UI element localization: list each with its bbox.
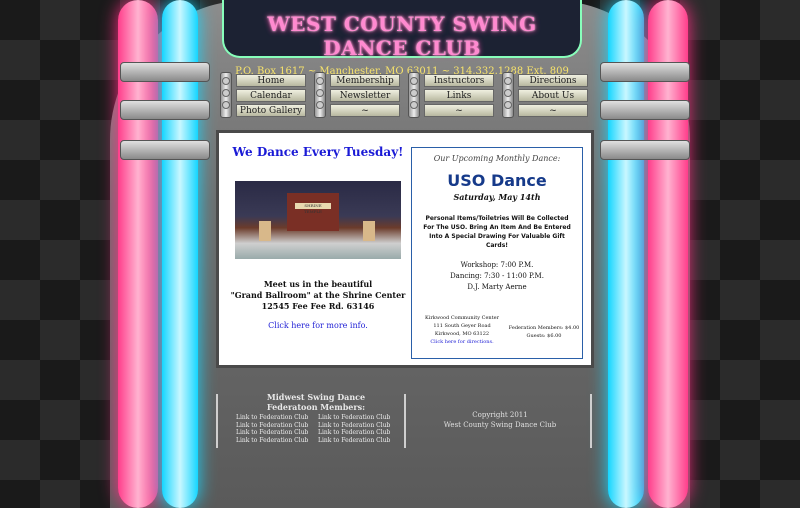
- chrome-clamp: [120, 62, 210, 82]
- event-prices: Federation Members: $4.00 Guests: $6.00: [508, 324, 580, 340]
- nav-placeholder: ~: [424, 104, 494, 117]
- nav-photo-gallery[interactable]: Photo Gallery: [236, 104, 306, 117]
- meet-line-1: Meet us in the beautiful: [263, 279, 373, 289]
- building-sign: SHRINE TEMPLE: [295, 203, 331, 214]
- chrome-clamp: [600, 140, 690, 160]
- venue-description: Meet us in the beautiful "Grand Ballroom…: [225, 279, 411, 312]
- copyright-line-2: West County Swing Dance Club: [443, 421, 557, 429]
- site-footer: Midwest Swing Dance Federatoon Members: …: [216, 392, 594, 450]
- dancing-time: Dancing: 7:30 - 11:00 P.M.: [450, 272, 544, 280]
- nav-placeholder: ~: [518, 104, 588, 117]
- venue-name: Kirkwood Community Center: [425, 315, 499, 321]
- chrome-clamp: [600, 62, 690, 82]
- knob-icon: [220, 72, 232, 118]
- nav-about-us[interactable]: About Us: [518, 89, 588, 102]
- price-members: Federation Members: $4.00: [508, 325, 580, 331]
- statue-left: [259, 221, 271, 241]
- nav-placeholder: ~: [330, 104, 400, 117]
- nav-group-2: Membership Newsletter ~: [314, 72, 404, 120]
- weekly-tagline: We Dance Every Tuesday!: [232, 145, 404, 159]
- chrome-clamp: [600, 100, 690, 120]
- main-nav: Home Calendar Photo Gallery Membership N…: [220, 72, 592, 120]
- federation-link[interactable]: Link to Federation Club: [236, 422, 308, 430]
- monthly-dance-section: Our Upcoming Monthly Dance: USO Dance Sa…: [411, 147, 583, 359]
- workshop-time: Workshop: 7:00 P.M.: [460, 261, 534, 269]
- knob-icon: [408, 72, 420, 118]
- event-date: Saturday, May 14th: [453, 192, 541, 202]
- chrome-clamp: [120, 140, 210, 160]
- statue-right: [363, 221, 375, 241]
- more-info-link[interactable]: Click here for more info.: [225, 321, 411, 330]
- upcoming-label: Our Upcoming Monthly Dance:: [433, 154, 561, 163]
- dj-name: D.J. Marty Aerne: [467, 283, 527, 291]
- nav-home[interactable]: Home: [236, 74, 306, 87]
- price-guests: Guests: $6.00: [526, 333, 562, 339]
- nav-calendar[interactable]: Calendar: [236, 89, 306, 102]
- footer-divider: [216, 394, 218, 448]
- nav-directions[interactable]: Directions: [518, 74, 588, 87]
- shrine-center-photo: SHRINE TEMPLE: [235, 181, 401, 259]
- nav-links[interactable]: Links: [424, 89, 494, 102]
- nav-instructors[interactable]: Instructors: [424, 74, 494, 87]
- copyright-line-1: Copyright 2011: [472, 411, 528, 419]
- site-header: WEST COUNTY SWING DANCE CLUB P.O. Box 16…: [222, 0, 582, 77]
- nav-membership[interactable]: Membership: [330, 74, 400, 87]
- event-venue: Kirkwood Community Center 111 South Geye…: [416, 314, 508, 346]
- meet-line-3: 12545 Fee Fee Rd. 63146: [261, 301, 375, 311]
- copyright: Copyright 2011 West County Swing Dance C…: [406, 410, 594, 430]
- event-times: Workshop: 7:00 P.M. Dancing: 7:30 - 11:0…: [412, 260, 582, 293]
- knob-icon: [502, 72, 514, 118]
- federation-link[interactable]: Link to Federation Club: [318, 414, 390, 422]
- federation-links-col-1: Link to Federation Club Link to Federati…: [236, 414, 308, 444]
- nav-group-3: Instructors Links ~: [408, 72, 498, 120]
- nav-group-1: Home Calendar Photo Gallery: [220, 72, 310, 120]
- federation-title-line-2: Federatoon Members:: [266, 402, 366, 412]
- site-title: WEST COUNTY SWING DANCE CLUB: [267, 12, 537, 60]
- federation-link[interactable]: Link to Federation Club: [236, 429, 308, 437]
- federation-title-line-1: Midwest Swing Dance: [266, 392, 366, 402]
- federation-link[interactable]: Link to Federation Club: [236, 437, 308, 445]
- event-title: USO Dance: [447, 171, 547, 190]
- nav-newsletter[interactable]: Newsletter: [330, 89, 400, 102]
- federation-title: Midwest Swing Dance Federatoon Members:: [226, 392, 406, 412]
- event-note: Personal Items/Toiletries Will Be Collec…: [423, 215, 571, 249]
- federation-links-col-2: Link to Federation Club Link to Federati…: [318, 414, 390, 444]
- knob-icon: [314, 72, 326, 118]
- federation-link[interactable]: Link to Federation Club: [318, 437, 390, 445]
- meet-line-2: "Grand Ballroom" at the Shrine Center: [230, 290, 406, 300]
- directions-link[interactable]: Click here for directions.: [416, 338, 508, 346]
- weekly-dance-section: We Dance Every Tuesday! SHRINE TEMPLE Me…: [225, 139, 411, 363]
- federation-link[interactable]: Link to Federation Club: [318, 429, 390, 437]
- nav-group-4: Directions About Us ~: [502, 72, 592, 120]
- federation-link[interactable]: Link to Federation Club: [318, 422, 390, 430]
- federation-link[interactable]: Link to Federation Club: [236, 414, 308, 422]
- chrome-clamp: [120, 100, 210, 120]
- venue-street: 111 South Geyer Road: [433, 323, 491, 329]
- venue-city: Kirkwood, MO 63122: [434, 331, 490, 337]
- content-panel: We Dance Every Tuesday! SHRINE TEMPLE Me…: [216, 130, 594, 368]
